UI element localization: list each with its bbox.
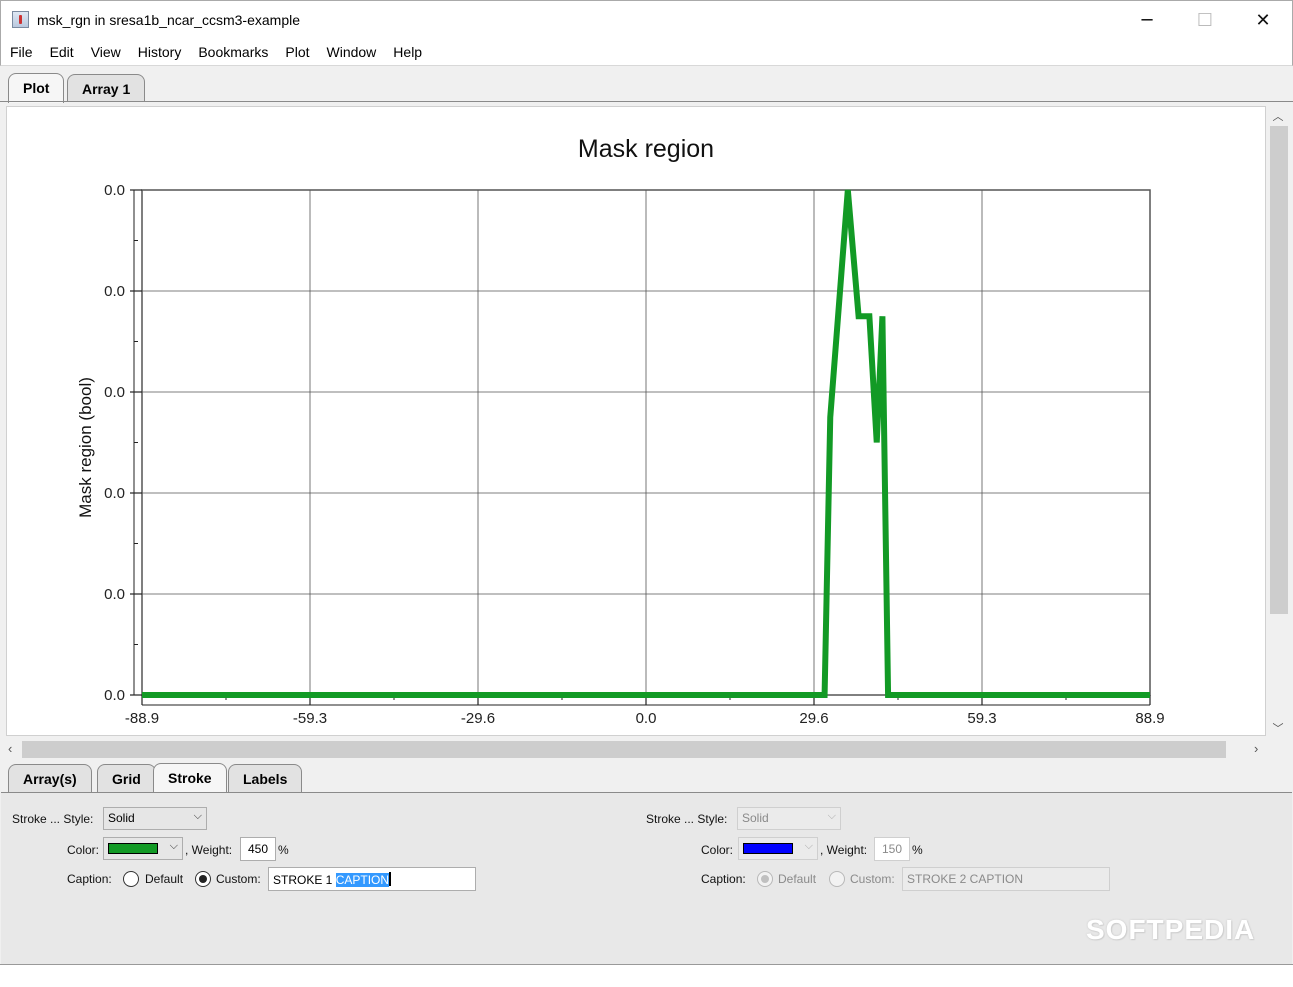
tab-array-1[interactable]: Array 1 — [67, 74, 146, 102]
line-chart: -88.9 -59.3 -29.6 0.0 29.6 59.3 88.9 0.0 0.0 0.0 0… — [76, 135, 1165, 727]
scroll-up-icon[interactable]: ︿ — [1271, 108, 1285, 124]
y-tick-label: 0.0 — [104, 687, 125, 704]
view-tabs: Plot Array 1 — [0, 66, 1293, 103]
chart-title: Mask region — [578, 135, 714, 163]
stroke1-default-label: Default — [145, 872, 184, 886]
stroke2-caption-label: Caption: — [701, 872, 746, 886]
stroke1-style-label: Stroke ... Style: — [12, 812, 94, 826]
menu-edit[interactable]: Edit — [41, 38, 82, 66]
stroke2-custom-label: Custom: — [850, 872, 895, 886]
horizontal-scroll-thumb[interactable] — [22, 741, 1226, 758]
menu-file[interactable]: File — [1, 38, 41, 66]
stroke1-color-label: Color: — [67, 843, 100, 857]
chevron-down-icon: ⌵ — [827, 810, 836, 822]
minimize-button[interactable]: ─ — [1118, 1, 1176, 39]
stroke1-color-select[interactable]: ⌵ — [103, 837, 183, 860]
x-tick-label: -29.6 — [461, 710, 495, 727]
window-title: msk_rgn in sresa1b_ncar_ccsm3-example — [37, 12, 300, 28]
stroke1-style-select[interactable]: Solid ⌵ — [103, 807, 207, 830]
maximize-button[interactable]: ☐ — [1176, 1, 1234, 39]
softpedia-watermark: SOFTPEDIA — [1086, 914, 1256, 945]
menu-help[interactable]: Help — [384, 38, 430, 66]
status-bar — [0, 964, 1293, 987]
x-tick-label: 29.6 — [799, 710, 828, 727]
stroke2-caption-input[interactable]: STROKE 2 CAPTION — [902, 867, 1110, 891]
stroke2-weight-input[interactable]: 150 — [874, 837, 910, 861]
x-tick-label: -59.3 — [293, 710, 327, 727]
close-button[interactable]: ✕ — [1234, 1, 1292, 39]
menu-window[interactable]: Window — [318, 38, 385, 66]
tab-divider — [0, 101, 1293, 102]
x-tick-label: 0.0 — [636, 710, 657, 727]
horizontal-scrollbar[interactable]: ‹ › — [0, 739, 1268, 761]
tab-grid[interactable]: Grid — [97, 764, 156, 792]
menu-bookmarks[interactable]: Bookmarks — [189, 38, 276, 66]
stroke1-custom-radio[interactable] — [195, 871, 211, 887]
stroke2-default-label: Default — [778, 872, 817, 886]
menu-bar: File Edit View History Bookmarks Plot Wi… — [0, 38, 1293, 66]
stroke2-color-swatch — [743, 843, 793, 854]
tab-labels[interactable]: Labels — [228, 764, 303, 792]
stroke1-caption-selection: CAPTION — [335, 873, 390, 887]
stroke1-default-radio[interactable] — [123, 871, 139, 887]
y-tick-label: 0.0 — [104, 283, 125, 300]
stroke2-default-radio[interactable] — [757, 871, 773, 887]
stroke2-style-select[interactable]: Solid ⌵ — [737, 807, 841, 830]
menu-history[interactable]: History — [129, 38, 190, 66]
y-tick-label: 0.0 — [104, 384, 125, 401]
stroke2-color-label: Color: — [701, 843, 734, 857]
stroke1-custom-label: Custom: — [216, 872, 261, 886]
tab-plot[interactable]: Plot — [8, 73, 65, 103]
title-bar: msk_rgn in sresa1b_ncar_ccsm3-example ─ … — [0, 0, 1293, 38]
stroke1-percent-label: % — [278, 843, 289, 857]
stroke1-weight-label: , Weight: — [185, 843, 233, 857]
tab-arrays[interactable]: Array(s) — [8, 764, 92, 792]
chevron-down-icon: ⌵ — [169, 840, 178, 852]
stroke2-custom-radio[interactable] — [829, 871, 845, 887]
x-tick-label: 88.9 — [1135, 710, 1164, 727]
tab-stroke[interactable]: Stroke — [153, 763, 227, 793]
stroke1-color-swatch — [108, 843, 158, 854]
maximize-icon: ☐ — [1196, 9, 1214, 31]
text-caret — [389, 872, 392, 886]
x-tick-label: -88.9 — [125, 710, 159, 727]
y-tick-label: 0.0 — [104, 485, 125, 502]
chevron-down-icon: ⌵ — [193, 810, 202, 822]
stroke2-percent-label: % — [912, 843, 923, 857]
stroke1-style-value: Solid — [108, 811, 135, 825]
stroke1-caption-label: Caption: — [67, 872, 112, 886]
scroll-right-icon[interactable]: › — [1254, 741, 1258, 756]
stroke2-color-select[interactable]: ⌵ — [738, 837, 818, 860]
minimize-icon: ─ — [1141, 9, 1153, 31]
stroke2-weight-label: , Weight: — [820, 843, 868, 857]
vertical-scrollbar[interactable]: ︿ ﹀ — [1268, 106, 1288, 739]
stroke1-caption-text: STROKE 1 — [273, 873, 336, 887]
stroke2-style-label: Stroke ... Style: — [646, 812, 728, 826]
menu-view[interactable]: View — [82, 38, 129, 66]
vertical-scroll-thumb[interactable] — [1270, 126, 1288, 614]
y-tick-label: 0.0 — [104, 182, 125, 199]
java-app-icon — [12, 11, 29, 28]
x-tick-label: 59.3 — [967, 710, 996, 727]
close-icon: ✕ — [1255, 9, 1271, 31]
menu-plot[interactable]: Plot — [276, 38, 317, 66]
scroll-down-icon[interactable]: ﹀ — [1271, 720, 1285, 736]
y-tick-label: 0.0 — [104, 586, 125, 603]
stroke1-caption-input[interactable]: STROKE 1 CAPTION — [268, 867, 476, 891]
chevron-down-icon: ⌵ — [804, 840, 813, 852]
scroll-left-icon[interactable]: ‹ — [8, 741, 12, 756]
settings-tabs: Array(s) Grid Stroke Labels — [0, 762, 1293, 793]
stroke2-style-value: Solid — [742, 811, 769, 825]
stroke1-weight-input[interactable]: 450 — [240, 837, 276, 861]
y-axis-label: Mask region (bool) — [76, 377, 95, 518]
plot-canvas[interactable]: -88.9 -59.3 -29.6 0.0 29.6 59.3 88.9 0.0 0.0 0.0 0… — [6, 106, 1266, 736]
